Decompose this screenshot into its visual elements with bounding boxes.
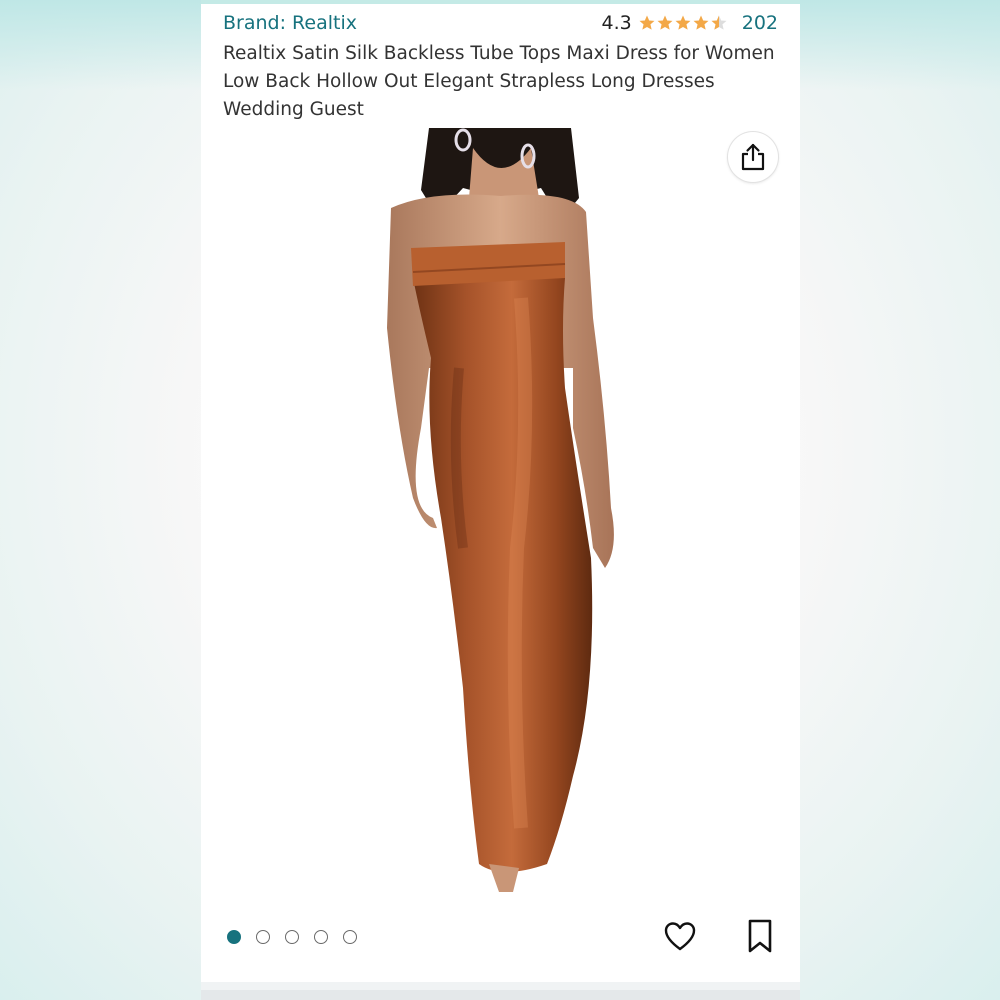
pagination-dot-5[interactable] [343,930,357,944]
pagination-dots [227,930,357,944]
review-count-link[interactable]: 202 [742,12,778,34]
share-button[interactable] [728,132,778,182]
rating-row[interactable]: 4.3 202 [602,12,778,34]
star-icon [657,15,673,30]
product-card: Brand: Realtix 4.3 202 Realtix Satin Sil… [201,0,800,1000]
brand-link[interactable]: Brand: Realtix [223,12,357,34]
pagination-dot-4[interactable] [314,930,328,944]
product-title: Realtix Satin Silk Backless Tube Tops Ma… [223,43,775,120]
star-icon [693,15,709,30]
star-icon [639,15,655,30]
bookmark-icon[interactable] [745,918,775,954]
star-icon [675,15,691,30]
top-accent-bar [201,0,800,4]
gallery-controls [201,902,800,982]
rating-value: 4.3 [601,12,632,34]
heart-icon[interactable] [663,920,697,954]
dress-photo [387,128,614,892]
pagination-dot-1[interactable] [227,930,241,944]
star-half-icon [711,15,727,30]
product-image[interactable] [201,128,800,900]
share-icon [741,143,765,171]
bottom-edge [201,990,800,1000]
pagination-dot-2[interactable] [256,930,270,944]
pagination-dot-3[interactable] [285,930,299,944]
star-rating [638,14,728,32]
